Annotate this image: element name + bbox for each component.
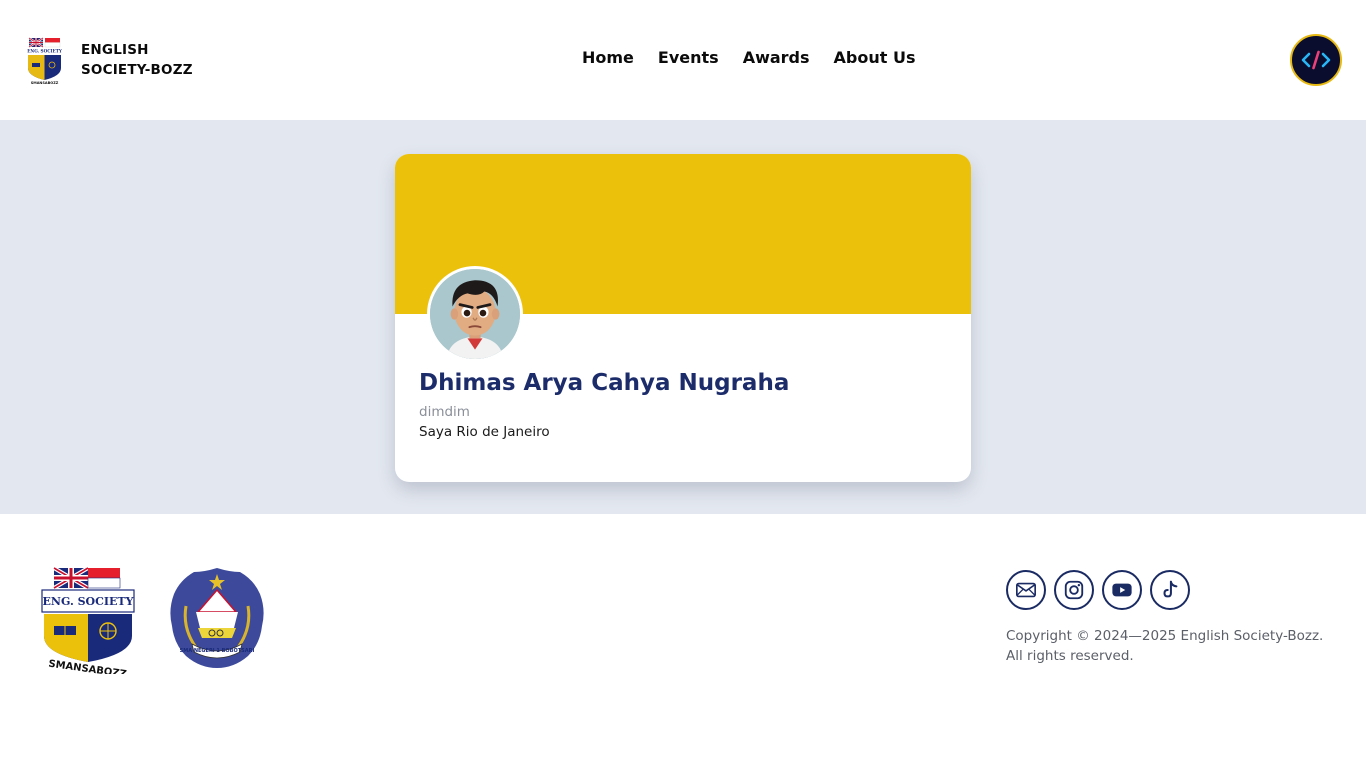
svg-text:SMANSABOZZ: SMANSABOZZ bbox=[31, 81, 59, 84]
nav-home[interactable]: Home bbox=[582, 48, 634, 67]
instagram-icon bbox=[1064, 580, 1084, 600]
profile-name: Dhimas Arya Cahya Nugraha bbox=[419, 370, 790, 396]
logo1-top-text: ENG. SOCIETY bbox=[43, 595, 134, 608]
developer-button[interactable] bbox=[1290, 34, 1342, 86]
brand-name: ENGLISH SOCIETY-BOZZ bbox=[81, 40, 193, 80]
profile-username: dimdim bbox=[419, 404, 470, 420]
instagram-button[interactable] bbox=[1054, 570, 1094, 610]
site-footer: ENG. SOCIETY SMANSABOZZ SMA NEGERI 1 BOB… bbox=[0, 514, 1366, 768]
nav-about-us[interactable]: About Us bbox=[834, 48, 916, 67]
brand[interactable]: ENG. SOCIETY SMANSABOZZ ENGLISH SOCIETY-… bbox=[24, 36, 193, 84]
brand-line1: ENGLISH bbox=[81, 42, 149, 58]
nav-events[interactable]: Events bbox=[658, 48, 719, 67]
site-header: ENG. SOCIETY SMANSABOZZ ENGLISH SOCIETY-… bbox=[0, 0, 1366, 120]
avatar-image bbox=[430, 269, 520, 359]
mail-icon bbox=[1016, 582, 1036, 598]
profile-bio: Saya Rio de Janeiro bbox=[419, 424, 550, 440]
copyright-line1: Copyright © 2024—2025 English Society-Bo… bbox=[1006, 628, 1324, 644]
main-nav: Home Events Awards About Us bbox=[582, 48, 915, 67]
tiktok-icon bbox=[1163, 580, 1178, 598]
social-links bbox=[1006, 570, 1190, 610]
profile-card: Dhimas Arya Cahya Nugraha dimdim Saya Ri… bbox=[395, 154, 971, 482]
copyright-line2: All rights reserved. bbox=[1006, 648, 1134, 664]
youtube-icon bbox=[1112, 583, 1132, 597]
mail-button[interactable] bbox=[1006, 570, 1046, 610]
brand-logo: ENG. SOCIETY SMANSABOZZ bbox=[27, 37, 63, 84]
code-icon bbox=[1301, 50, 1331, 70]
profile-section: Dhimas Arya Cahya Nugraha dimdim Saya Ri… bbox=[0, 120, 1366, 514]
school-emblem-logo: SMA NEGERI 1 BOBOTSARI bbox=[170, 568, 264, 668]
eng-society-logo: ENG. SOCIETY SMANSABOZZ bbox=[41, 566, 135, 674]
logo2-text: SMA NEGERI 1 BOBOTSARI bbox=[180, 648, 255, 654]
svg-text:ENG. SOCIETY: ENG. SOCIETY bbox=[27, 49, 63, 54]
youtube-button[interactable] bbox=[1102, 570, 1142, 610]
nav-awards[interactable]: Awards bbox=[743, 48, 810, 67]
brand-line2: SOCIETY-BOZZ bbox=[81, 62, 193, 78]
copyright: Copyright © 2024—2025 English Society-Bo… bbox=[1006, 626, 1346, 666]
tiktok-button[interactable] bbox=[1150, 570, 1190, 610]
avatar bbox=[427, 266, 523, 362]
